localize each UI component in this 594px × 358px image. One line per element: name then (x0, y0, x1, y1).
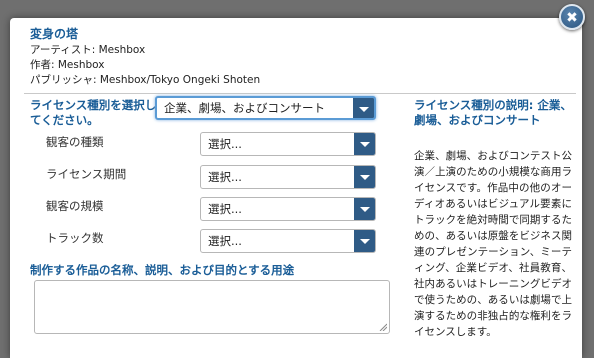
publisher-line: パブリッシャ: Meshbox/Tokyo Ongeki Shoten (30, 74, 261, 86)
audience-type-value: 選択... (208, 137, 242, 151)
chevron-down-icon (354, 198, 375, 220)
chevron-down-icon (354, 166, 375, 188)
track-count-label: トラック数 (46, 231, 104, 245)
audience-type-select[interactable]: 選択... (200, 132, 376, 156)
license-description-title: ライセンス種別の説明: 企業、劇場、およびコンサート (414, 98, 572, 127)
dialog-header: 変身の塔 アーティスト: Meshbox 作者: Meshbox パブリッシャ:… (30, 27, 260, 88)
resize-grip-icon[interactable] (379, 323, 387, 331)
license-description-body: 企業、劇場、およびコンテスト公演／上演のための小規模な商用ライセンスです。作品中… (414, 150, 572, 338)
chevron-down-icon (354, 230, 375, 252)
usage-description-label: 制作する作品の名称、説明、および目的とする用途 (30, 263, 295, 277)
artist-line: アーティスト: Meshbox (30, 44, 146, 56)
license-period-value: 選択... (208, 170, 242, 184)
author-line: 作者: Meshbox (30, 59, 105, 71)
audience-size-value: 選択... (208, 202, 242, 216)
product-title: 変身の塔 (30, 27, 79, 41)
license-period-label: ライセンス期間 (46, 167, 127, 181)
license-type-select[interactable]: 企業、劇場、およびコンサート (155, 96, 376, 120)
license-period-select[interactable]: 選択... (200, 165, 376, 189)
chevron-down-icon (354, 133, 375, 155)
track-count-select[interactable]: 選択... (200, 229, 376, 253)
audience-type-label: 観客の種類 (46, 135, 104, 149)
track-count-value: 選択... (208, 234, 242, 248)
license-type-value: 企業、劇場、およびコンサート (164, 101, 325, 115)
license-type-label: ライセンス種別を選択してください。 (30, 98, 157, 127)
close-icon: ✖ (566, 10, 578, 26)
license-dialog: 変身の塔 アーティスト: Meshbox 作者: Meshbox パブリッシャ:… (10, 18, 582, 358)
audience-size-select[interactable]: 選択... (200, 197, 376, 221)
chevron-down-icon (353, 98, 374, 118)
usage-description-textarea[interactable] (34, 280, 390, 334)
header-divider (24, 93, 576, 94)
audience-size-label: 観客の規模 (46, 199, 104, 213)
close-button[interactable]: ✖ (559, 4, 585, 30)
